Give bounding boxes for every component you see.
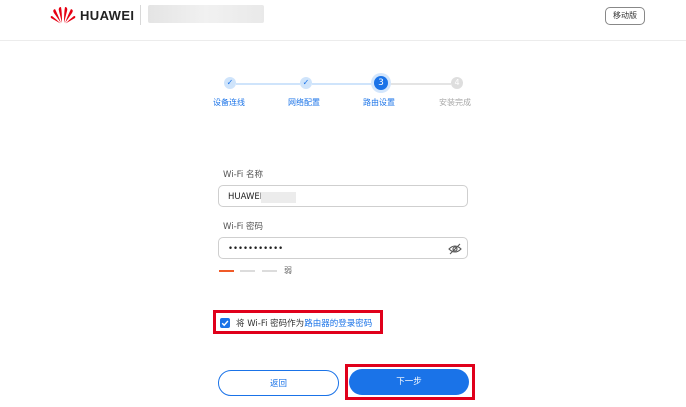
password-input[interactable]: ••••••••••• [218,237,468,259]
eye-off-icon[interactable] [448,242,462,256]
ssid-label: Wi-Fi 名称 [223,170,263,180]
blurred-ssid-suffix [261,192,296,203]
strength-segment-3 [262,270,277,272]
header-divider [140,5,141,25]
checkbox-label-text: 将 Wi-Fi 密码作为 [236,319,305,329]
step-1-check-icon: ✓ [224,77,236,89]
step-connector [312,83,375,85]
step-1-label: 设备连线 [213,98,245,107]
next-button[interactable]: 下一步 [349,369,469,395]
top-bar: HUAWEI 移动版 [0,0,686,41]
strength-segment-1 [219,270,234,272]
step-3-label: 路由设置 [363,98,395,107]
password-label: Wi-Fi 密码 [223,222,263,232]
huawei-logo-icon [50,7,76,24]
mobile-version-button[interactable]: 移动版 [605,7,645,25]
step-connector [236,83,300,85]
checkmark-icon [221,320,229,327]
back-button[interactable]: 返回 [218,370,339,396]
password-value: ••••••••••• [228,244,284,254]
checkbox-label: 将 Wi-Fi 密码作为路由器的登录密码 [236,317,372,329]
step-2-check-icon: ✓ [300,77,312,89]
step-4-label: 安装完成 [439,98,471,107]
login-password-link[interactable]: 路由器的登录密码 [304,319,372,329]
step-3-marker: 3 [374,76,388,90]
step-4-marker: 4 [451,77,463,89]
strength-segment-2 [240,270,255,272]
strength-label: 弱 [284,266,292,275]
brand-name: HUAWEI [80,8,135,23]
step-2-label: 网络配置 [288,98,320,107]
ssid-input[interactable]: HUAWEI [218,185,468,207]
ssid-value: HUAWEI [228,192,263,202]
use-wifi-password-checkbox[interactable] [220,318,230,328]
blurred-model-name [148,5,264,23]
step-connector [387,83,451,85]
